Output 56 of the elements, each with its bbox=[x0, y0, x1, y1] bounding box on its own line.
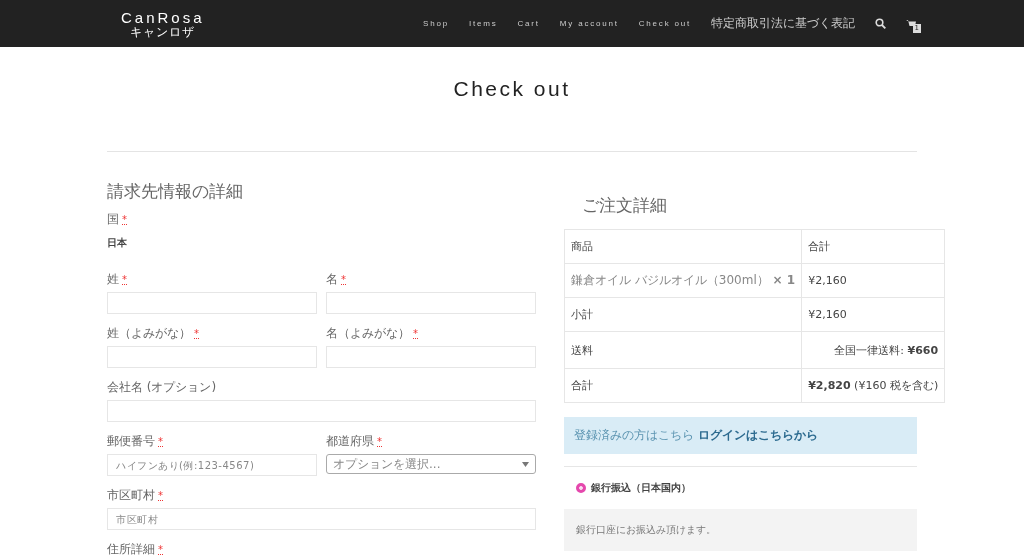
input-field[interactable] bbox=[107, 346, 317, 368]
logo[interactable]: CanRosa bbox=[121, 9, 205, 26]
nav-link[interactable]: Check out bbox=[638, 19, 691, 28]
field-label: 会社名 (オプション) bbox=[107, 380, 217, 394]
table-cell: 小計 bbox=[564, 297, 802, 332]
dropdown-caret-icon bbox=[522, 461, 529, 467]
logo-subtitle: キャンロザ bbox=[130, 25, 196, 38]
section-heading: 請求先情報の詳細 bbox=[107, 180, 244, 203]
table-cell: ¥2,160 bbox=[801, 297, 945, 332]
radio-button[interactable] bbox=[576, 483, 586, 493]
search-icon[interactable] bbox=[875, 18, 886, 29]
nav-link[interactable]: Shop bbox=[423, 19, 449, 28]
select-field[interactable]: オプションを選択... bbox=[326, 454, 536, 474]
notice-text: 登録済みの方はこちら bbox=[574, 427, 694, 444]
table-cell: ¥2,820 (¥160 税を含む) bbox=[801, 368, 945, 403]
field-label: 国 bbox=[107, 212, 119, 226]
table-cell: ¥2,160 bbox=[801, 263, 945, 298]
table-cell: 合計 bbox=[564, 368, 802, 403]
field-label: 名 bbox=[326, 272, 338, 286]
nav-link[interactable]: My account bbox=[559, 19, 619, 28]
field-label: 住所詳細 bbox=[107, 542, 155, 556]
field-label: 都道府県 bbox=[326, 434, 374, 448]
column-header: 合計 bbox=[801, 229, 945, 264]
input-field[interactable] bbox=[107, 400, 536, 422]
required-mark: * bbox=[413, 328, 418, 339]
table-cell: 鎌倉オイル バジルオイル（300ml） × 1 bbox=[564, 263, 802, 298]
input-field[interactable] bbox=[107, 292, 317, 314]
field-label: 名（よみがな） bbox=[326, 326, 410, 340]
nav-link[interactable]: Cart bbox=[517, 19, 540, 28]
field-label: 姓（よみがな） bbox=[107, 326, 191, 340]
country-value: 日本 bbox=[107, 236, 128, 250]
input-field[interactable] bbox=[326, 346, 536, 368]
table-cell: 全国一律送料: ¥660 bbox=[801, 331, 945, 369]
page-title: Check out bbox=[452, 77, 572, 101]
field-label: 市区町村 bbox=[107, 488, 155, 502]
input-field[interactable]: 市区町村 bbox=[107, 508, 536, 530]
column-header: 商品 bbox=[564, 229, 802, 264]
input-field[interactable]: ハイフンあり(例:123-4567) bbox=[107, 454, 317, 476]
required-mark: * bbox=[194, 328, 199, 339]
required-mark: * bbox=[158, 436, 163, 447]
required-mark: * bbox=[122, 214, 127, 225]
field-label: 郵便番号 bbox=[107, 434, 155, 448]
nav-link[interactable]: Items bbox=[468, 19, 498, 28]
nav-link[interactable]: 特定商取引法に基づく表記 bbox=[711, 15, 855, 32]
payment-option[interactable]: 銀行振込（日本国内） bbox=[564, 467, 917, 509]
login-link[interactable]: ログインはこちらから bbox=[698, 427, 818, 444]
required-mark: * bbox=[377, 436, 382, 447]
input-field[interactable] bbox=[326, 292, 536, 314]
required-mark: * bbox=[341, 274, 346, 285]
required-mark: * bbox=[158, 490, 163, 501]
table-cell: 送料 bbox=[564, 331, 802, 369]
required-mark: * bbox=[122, 274, 127, 285]
section-heading: ご注文詳細 bbox=[582, 194, 668, 217]
required-mark: * bbox=[158, 544, 163, 555]
field-label: 姓 bbox=[107, 272, 119, 286]
payment-description: 銀行口座にお振込み頂けます。 bbox=[564, 509, 917, 551]
